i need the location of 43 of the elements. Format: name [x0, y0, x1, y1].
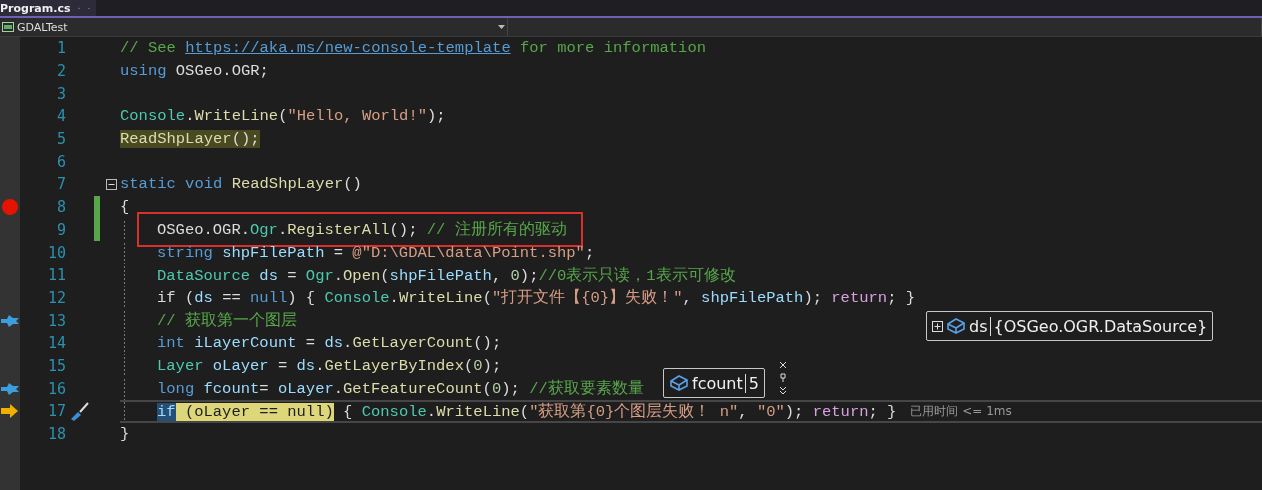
line-number: 9 — [55, 220, 66, 239]
code-line: if (oLayer == null) { Console.WriteLine("获取第{0}个图层失败！ n", "0"); return; } — [157, 401, 897, 422]
line-number: 7 — [55, 175, 66, 194]
line-number: 6 — [55, 152, 66, 171]
screwdriver-icon[interactable] — [69, 401, 91, 422]
line-number: 14 — [46, 334, 66, 353]
line-number: 10 — [46, 243, 66, 262]
line-number: 3 — [55, 84, 66, 103]
expand-icon[interactable] — [932, 320, 943, 332]
elapsed-time: 已用时间 <= 1ms — [910, 402, 1012, 420]
line-number: 15 — [46, 356, 66, 375]
line-number: 4 — [55, 107, 66, 126]
data-tip[interactable]: ds {OSGeo.OGR.DataSource} — [926, 311, 1214, 341]
code-line: // See https://aka.ms/new-console-template for more information — [120, 39, 707, 58]
code-line: DataSource ds = Ogr.Open(shpFilePath, 0);//0表示只读，1表示可修改 — [157, 265, 736, 286]
object-icon — [946, 317, 966, 335]
code-line: { — [120, 198, 130, 217]
data-tip[interactable]: fcount 5 — [663, 368, 765, 398]
line-number: 12 — [46, 288, 66, 307]
code-line: Console.WriteLine("Hello, World!"); — [120, 107, 446, 126]
code-line: using OSGeo.OGR; — [120, 62, 269, 81]
code-line: if (ds == null) { Console.WriteLine("打开文件【{0}】失败！", shpFilePath); return; } — [157, 287, 916, 309]
line-number: 1 — [55, 39, 66, 58]
line-number: 8 — [55, 198, 66, 217]
chevrons-down-icon[interactable] — [779, 386, 787, 395]
line-number: 17 — [46, 402, 66, 421]
code-line: // 获取第一个图层 — [157, 310, 297, 332]
code-line: } — [120, 425, 130, 444]
collapse-icon[interactable] — [105, 178, 117, 190]
caret-icon — [498, 25, 505, 29]
line-number: 5 — [55, 130, 66, 149]
line-number: 2 — [55, 62, 66, 81]
object-icon — [669, 374, 689, 392]
code-line: long fcount= oLayer.GetFeatureCount(0); //获取要素数量 — [157, 378, 644, 400]
line-number: 11 — [46, 266, 66, 285]
code-line: int iLayerCount = ds.GetLayerCount(); — [157, 334, 502, 353]
line-number: 18 — [46, 425, 66, 444]
code-line: static void ReadShpLayer() — [120, 175, 362, 194]
code-line: ReadShpLayer(); — [120, 130, 260, 149]
line-number: 16 — [46, 379, 66, 398]
code-line: Layer oLayer = ds.GetLayerByIndex(0); — [157, 356, 502, 375]
line-number: 13 — [46, 311, 66, 330]
breakpoint-icon[interactable] — [2, 199, 18, 216]
